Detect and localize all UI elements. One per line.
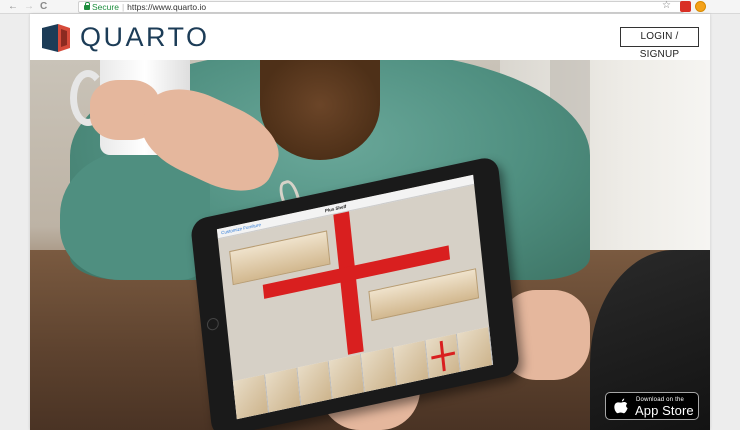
apple-icon (614, 398, 628, 414)
tablet-back-link: Customize Furniture (221, 221, 262, 236)
tablet-screen: Customize Furniture Plus Shelf (216, 174, 494, 420)
browser-toolbar: ← → C Secure | https://www.quarto.io ☆ (0, 0, 740, 14)
bookmark-star-icon[interactable]: ☆ (662, 0, 671, 11)
secure-label: Secure (92, 2, 119, 12)
app-store-badge[interactable]: Download on the App Store (605, 392, 699, 420)
back-button[interactable]: ← (8, 1, 18, 13)
thumbnail (328, 354, 365, 399)
app-store-label: App Store (635, 403, 694, 418)
extension-icon[interactable] (680, 1, 691, 12)
thumbnail (393, 340, 430, 386)
forward-button[interactable]: → (24, 1, 34, 13)
url-text: https://www.quarto.io (127, 2, 207, 12)
site-header: QUARTO LOGIN / SIGNUP (30, 14, 710, 60)
thumbnail (457, 326, 494, 372)
thumbnail (296, 360, 333, 406)
tablet-device: Customize Furniture Plus Shelf (189, 155, 521, 430)
shelf-panel (368, 268, 480, 322)
address-bar[interactable]: Secure | https://www.quarto.io (78, 1, 684, 13)
hero-image: Customize Furniture Plus Shelf Download … (30, 60, 710, 430)
thumbnail (360, 347, 398, 392)
tablet-group: Customize Furniture Plus Shelf (30, 60, 710, 430)
extension-icon[interactable] (695, 1, 706, 12)
thumbnail (264, 367, 301, 413)
page: QUARTO LOGIN / SIGNUP Customize Furnitur… (30, 14, 710, 430)
thumbnail (232, 374, 269, 420)
lock-icon (84, 2, 90, 10)
brand-name[interactable]: QUARTO (80, 22, 210, 53)
thumbnail-selected (425, 333, 462, 379)
separator: | (121, 2, 125, 12)
reload-button[interactable]: C (40, 1, 47, 13)
login-signup-button[interactable]: LOGIN / SIGNUP (620, 27, 699, 60)
tablet-thumbnail-strip (232, 326, 494, 420)
quarto-logo-icon[interactable] (41, 23, 71, 53)
tablet-home-button (206, 316, 220, 332)
